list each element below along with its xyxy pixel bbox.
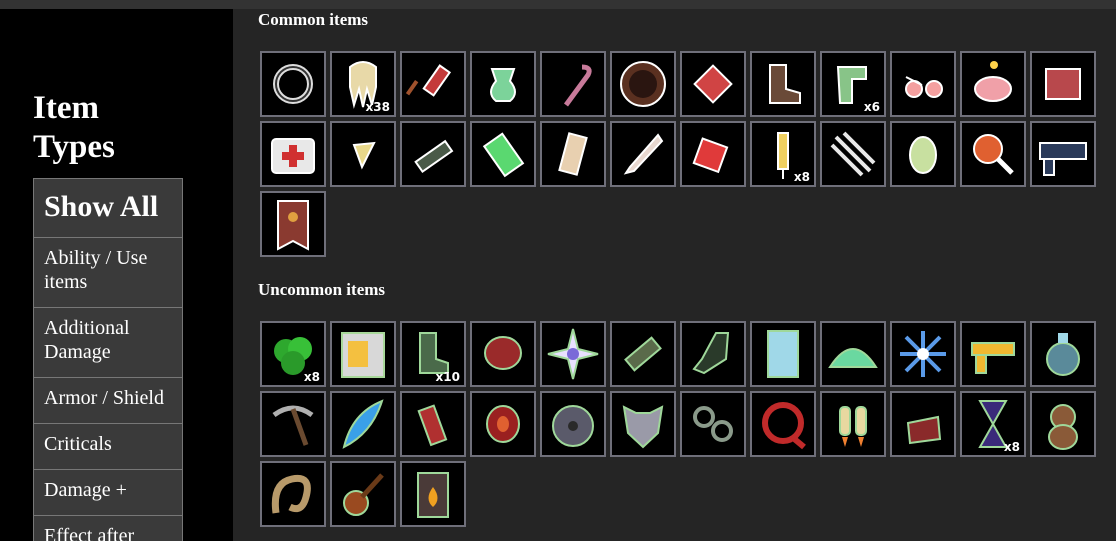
- item-quantity: x38: [365, 100, 390, 114]
- item-tile[interactable]: [1030, 391, 1096, 457]
- filter-criticals[interactable]: Criticals: [33, 423, 183, 470]
- item-tile[interactable]: [960, 121, 1026, 187]
- item-catalog: Common items x38 x6 x8 Uncommon items x8 x1…: [233, 0, 1116, 541]
- item-tile[interactable]: [820, 121, 886, 187]
- sidebar-title-line2: Types: [33, 129, 115, 165]
- item-tile[interactable]: [680, 51, 746, 117]
- item-tile[interactable]: [1030, 321, 1096, 387]
- item-tile[interactable]: x6: [820, 51, 886, 117]
- item-tile[interactable]: [610, 391, 676, 457]
- filter-ability-use-items[interactable]: Ability / Use items: [33, 237, 183, 308]
- item-tile[interactable]: [400, 121, 466, 187]
- item-tile[interactable]: [260, 191, 326, 257]
- item-tile[interactable]: [820, 321, 886, 387]
- filter-damage-plus[interactable]: Damage +: [33, 469, 183, 516]
- item-tile[interactable]: [470, 51, 536, 117]
- item-tile[interactable]: [400, 391, 466, 457]
- item-tile[interactable]: [960, 51, 1026, 117]
- item-tile[interactable]: [890, 51, 956, 117]
- item-tile[interactable]: [680, 121, 746, 187]
- item-tile[interactable]: [540, 121, 606, 187]
- item-tile[interactable]: x10: [400, 321, 466, 387]
- item-tile[interactable]: [400, 51, 466, 117]
- item-tile[interactable]: [330, 461, 396, 527]
- item-tile[interactable]: x8: [750, 121, 816, 187]
- item-tile[interactable]: [750, 51, 816, 117]
- item-tile[interactable]: [680, 391, 746, 457]
- item-tile[interactable]: [890, 321, 956, 387]
- filter-effect-after[interactable]: Effect after: [33, 515, 183, 541]
- item-tile[interactable]: [470, 391, 536, 457]
- item-tile[interactable]: [890, 121, 956, 187]
- item-quantity: x8: [1003, 440, 1020, 454]
- item-tile[interactable]: [750, 391, 816, 457]
- item-quantity: x6: [863, 100, 880, 114]
- item-tile[interactable]: [540, 391, 606, 457]
- common-items-grid: x38 x6 x8: [260, 51, 1096, 261]
- item-quantity: x8: [303, 370, 320, 384]
- item-tile[interactable]: [330, 321, 396, 387]
- item-tile[interactable]: [540, 321, 606, 387]
- sidebar: Item Types Show All Ability / Use items …: [0, 9, 233, 541]
- uncommon-items-grid: x8 x10 x8: [260, 321, 1096, 531]
- filter-armor-shield[interactable]: Armor / Shield: [33, 377, 183, 424]
- item-tile[interactable]: x8: [260, 321, 326, 387]
- sidebar-title-line1: Item: [33, 90, 99, 126]
- filter-additional-damage[interactable]: Additional Damage: [33, 307, 183, 378]
- item-quantity: x8: [793, 170, 810, 184]
- item-quantity: x10: [435, 370, 460, 384]
- item-tile[interactable]: [820, 391, 886, 457]
- item-tile[interactable]: [610, 121, 676, 187]
- item-tile[interactable]: [260, 51, 326, 117]
- item-tile[interactable]: [260, 461, 326, 527]
- common-items-heading: Common items: [258, 10, 369, 29]
- item-tile[interactable]: [610, 321, 676, 387]
- filter-list: Show All Ability / Use items Additional …: [33, 178, 183, 541]
- item-tile[interactable]: [260, 391, 326, 457]
- item-tile[interactable]: [1030, 51, 1096, 117]
- item-tile[interactable]: x38: [330, 51, 396, 117]
- item-tile[interactable]: [470, 121, 536, 187]
- item-tile[interactable]: [680, 321, 746, 387]
- item-tile[interactable]: [750, 321, 816, 387]
- item-tile[interactable]: [470, 321, 536, 387]
- item-tile[interactable]: [610, 51, 676, 117]
- item-tile[interactable]: x8: [960, 391, 1026, 457]
- item-tile[interactable]: [960, 321, 1026, 387]
- item-tile[interactable]: [260, 121, 326, 187]
- item-tile[interactable]: [330, 391, 396, 457]
- filter-show-all[interactable]: Show All: [33, 178, 183, 238]
- item-tile[interactable]: [1030, 121, 1096, 187]
- item-tile[interactable]: [890, 391, 956, 457]
- item-tile[interactable]: [330, 121, 396, 187]
- item-tile[interactable]: [540, 51, 606, 117]
- sidebar-title: Item Types: [33, 89, 193, 167]
- item-tile[interactable]: [400, 461, 466, 527]
- uncommon-items-heading: Uncommon items: [258, 280, 386, 299]
